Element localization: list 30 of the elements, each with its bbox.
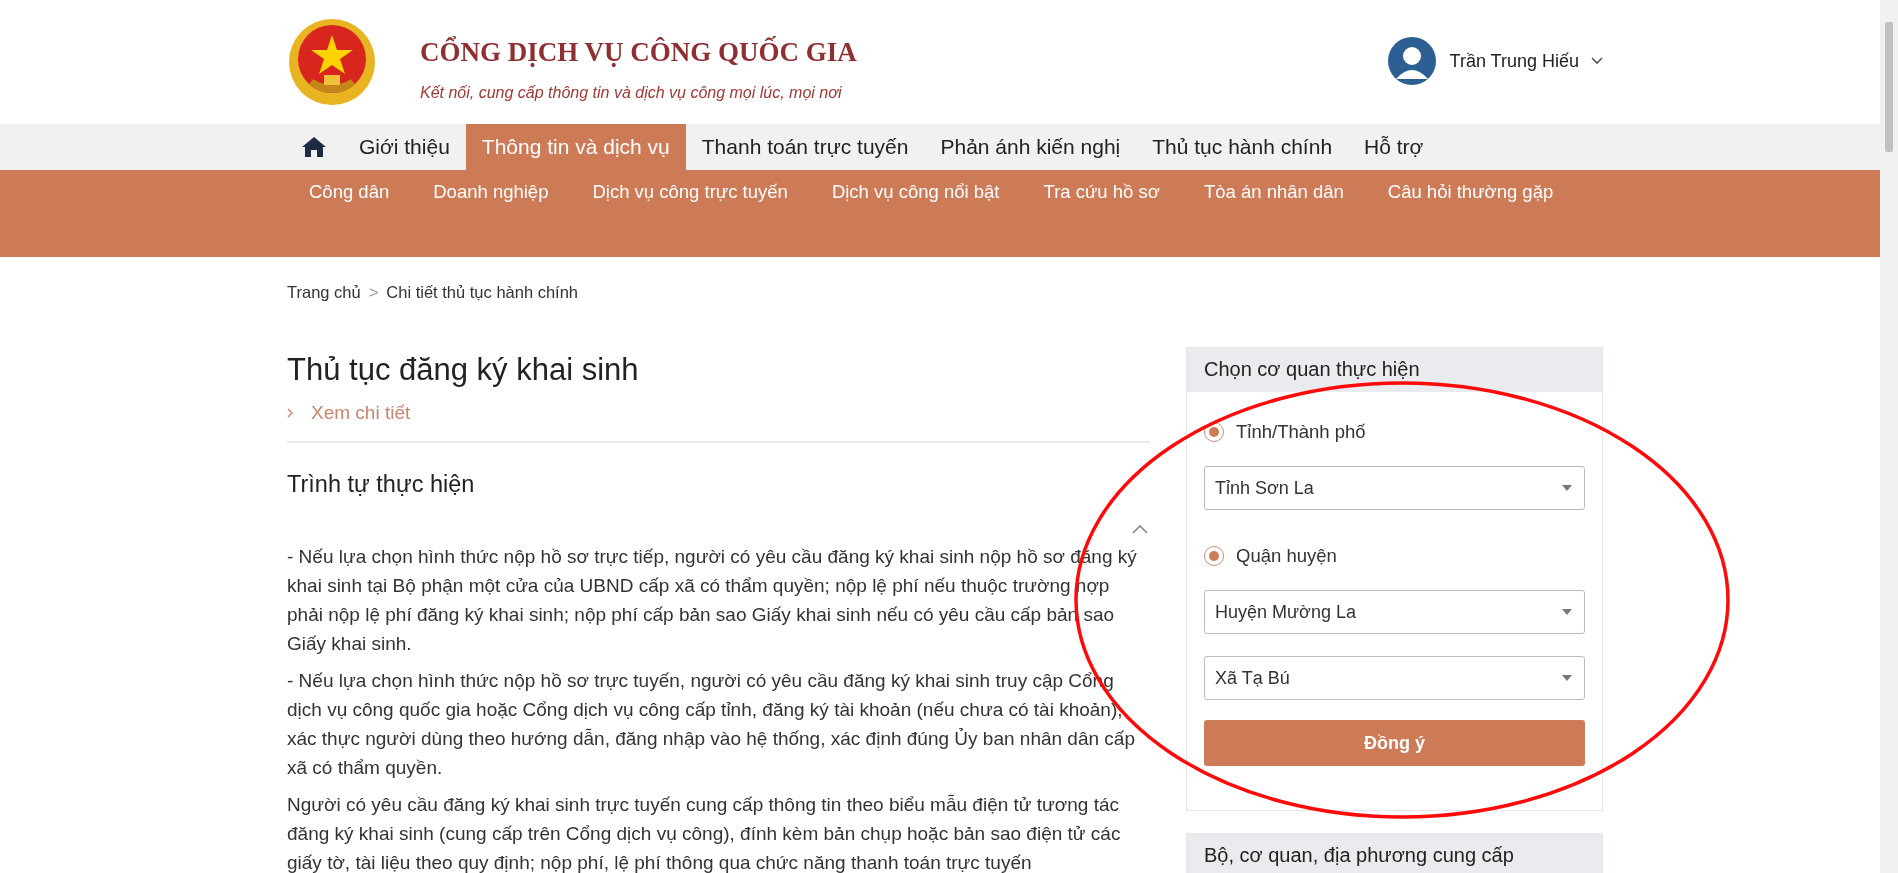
page-title: Thủ tục đăng ký khai sinh bbox=[287, 352, 640, 388]
site-tagline: Kết nối, cung cấp thông tin và dịch vụ công mọi lúc, mọi nơi bbox=[420, 83, 843, 102]
nav-tab[interactable]: Thủ tục hành chính bbox=[1136, 124, 1349, 170]
user-menu[interactable]: Trần Trung Hiếu bbox=[1387, 37, 1603, 85]
radio-label: Tỉnh/Thành phố bbox=[1236, 421, 1366, 443]
caret-icon bbox=[1562, 675, 1572, 681]
dropdown-field[interactable]: Huyện Mường La bbox=[1204, 590, 1585, 634]
panel-title: Chọn cơ quan thực hiện bbox=[1187, 348, 1602, 392]
site-title[interactable]: CỔNG DỊCH VỤ CÔNG QUỐC GIA bbox=[420, 36, 857, 68]
collapse-icon[interactable] bbox=[1132, 524, 1148, 534]
breadcrumb-separator: > bbox=[368, 283, 379, 302]
caret-icon bbox=[1562, 609, 1572, 615]
breadcrumb-link[interactable]: Chi tiết thủ tục hành chính bbox=[386, 283, 579, 302]
chevron-right-icon bbox=[287, 408, 293, 418]
caret-icon bbox=[1562, 485, 1572, 491]
scrollbar[interactable] bbox=[1880, 0, 1898, 873]
radio-label: Quận huyện bbox=[1236, 545, 1337, 567]
section-title: Trình tự thực hiện bbox=[287, 471, 476, 498]
dropdown-field[interactable]: Tỉnh Sơn La bbox=[1204, 466, 1585, 510]
user-name: Trần Trung Hiếu bbox=[1449, 50, 1579, 72]
nav-tab[interactable]: Giới thiệu bbox=[343, 124, 466, 170]
nav-tab[interactable]: Thanh toán trực tuyến bbox=[685, 124, 925, 170]
breadcrumb-link[interactable]: Trang chủ bbox=[287, 283, 361, 302]
panel-title: Bộ, cơ quan, địa phương cung cấp bbox=[1187, 834, 1602, 873]
caret-icon bbox=[1591, 57, 1603, 65]
avatar-icon bbox=[1387, 37, 1436, 85]
body-paragraph: Người có yêu cầu đăng ký khai sinh trực tuyến cung cấp thông tin theo biểu mẫu điện tử tương tác đăng ký khai sinh (cung cấp trên Cổng dịch vụ công), đính kèm bản chụp hoặc bản sao điện tử các giấy tờ, tài liệu theo quy định; nộp phí, lệ phí thông qua chức năng thanh toán trực tuyến bbox=[287, 793, 1122, 873]
nav-tab[interactable]: Hỗ trợ bbox=[1348, 124, 1440, 170]
dropdown-field[interactable]: Xã Tạ Bú bbox=[1204, 656, 1585, 700]
nav-tab[interactable]: Phản ánh kiến nghị bbox=[924, 124, 1137, 170]
